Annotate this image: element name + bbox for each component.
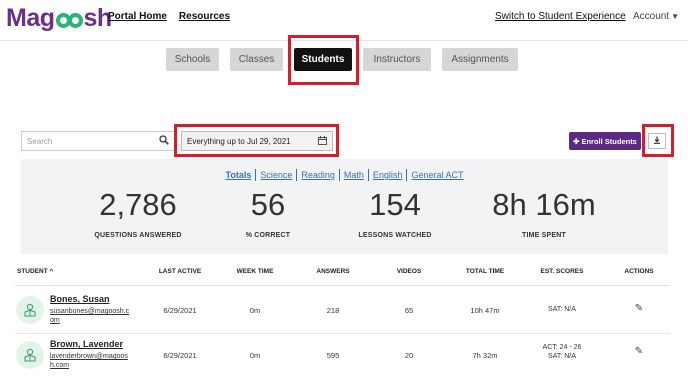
logo-ring-icon: [67, 13, 83, 28]
edit-button[interactable]: ✎: [609, 346, 669, 357]
est-score-sat: SAT: N/A: [548, 353, 576, 360]
stat-label: % CORRECT: [245, 232, 291, 239]
plus-icon: ✚: [573, 136, 580, 146]
column-student[interactable]: STUDENT ^: [17, 268, 53, 275]
column-videos[interactable]: VIDEOS: [379, 268, 439, 275]
cell-last-active: 6/29/2021: [163, 306, 197, 315]
cell-total-time: 7h 32m: [472, 351, 498, 360]
student-icon: [24, 348, 36, 362]
cell-last-active: 6/29/2021: [163, 351, 197, 360]
cell-est-scores: ACT: 24 - 26 SAT: N/A: [522, 343, 602, 361]
stat-value: 56: [250, 187, 286, 222]
cell-week-time: 0m: [249, 351, 261, 360]
avatar: [16, 341, 44, 369]
stats-panel: Totals Science Reading Math English Gene…: [21, 159, 668, 254]
table-row: Brown, Lavender lavenderbrown@magoosh.co…: [0, 334, 688, 376]
table-header-divider: [15, 285, 670, 286]
stat-value: 2,786: [99, 187, 177, 222]
cell-week-time: 0m: [249, 306, 261, 315]
stat-percent-correct: 56 % CORRECT: [218, 187, 318, 239]
avatar: [16, 296, 44, 324]
stat-time-spent: 8h 16m TIME SPENT: [474, 187, 614, 239]
column-week-time[interactable]: WEEK TIME: [225, 268, 285, 275]
highlight-download-button: [642, 124, 674, 157]
student-icon: [24, 303, 36, 317]
student-name-link[interactable]: Bones, Susan: [50, 294, 110, 304]
column-total-time[interactable]: TOTAL TIME: [455, 268, 515, 275]
filter-science[interactable]: Science: [256, 169, 298, 181]
tab-schools[interactable]: Schools: [166, 48, 219, 71]
stat-label: LESSONS WATCHED: [358, 232, 432, 239]
column-last-active[interactable]: LAST ACTIVE: [150, 268, 210, 275]
sort-asc-icon: ^: [49, 268, 54, 275]
stat-label: QUESTIONS ANSWERED: [94, 232, 182, 239]
est-score-act: ACT: 24 - 26: [542, 344, 582, 351]
search-icon[interactable]: [159, 134, 169, 148]
enroll-students-button[interactable]: ✚ Enroll Students: [569, 132, 641, 150]
column-est-scores[interactable]: EST. SCORES: [532, 268, 592, 275]
cell-total-time: 10h 47m: [470, 306, 500, 315]
tab-classes[interactable]: Classes: [230, 48, 283, 71]
filter-reading[interactable]: Reading: [297, 169, 340, 181]
student-email-link[interactable]: susanbones@magoosh.com: [50, 307, 132, 325]
cell-videos: 20: [404, 351, 414, 360]
cell-est-scores: SAT: N/A: [548, 306, 576, 313]
account-menu[interactable]: Account ▼: [633, 11, 679, 22]
top-nav: Portal Home Resources: [108, 11, 230, 22]
caret-down-icon: ▼: [671, 12, 680, 21]
tab-instructors[interactable]: Instructors: [363, 48, 431, 71]
magoosh-logo[interactable]: Mag sh: [6, 4, 112, 33]
stat-lessons-watched: 154 LESSONS WATCHED: [340, 187, 450, 239]
highlight-students-tab: [288, 35, 359, 85]
column-answers[interactable]: ANSWERS: [303, 268, 363, 275]
edit-icon: ✎: [634, 303, 644, 314]
cell-answers: 218: [326, 306, 340, 315]
cell-answers: 595: [326, 351, 340, 360]
stat-label: TIME SPENT: [521, 232, 566, 239]
stat-value: 8h 16m: [492, 187, 596, 222]
filter-totals[interactable]: Totals: [222, 169, 257, 181]
table-header: STUDENT ^ LAST ACTIVE WEEK TIME ANSWERS …: [0, 268, 688, 278]
tab-assignments[interactable]: Assignments: [442, 48, 518, 71]
edit-icon: ✎: [634, 346, 644, 357]
switch-to-student-link[interactable]: Switch to Student Experience: [495, 11, 626, 22]
search-input[interactable]: Search: [21, 131, 175, 151]
cell-videos: 65: [404, 306, 414, 315]
nav-portal-home[interactable]: Portal Home: [108, 11, 167, 22]
filter-math[interactable]: Math: [340, 169, 369, 181]
highlight-date-filter: [174, 124, 339, 157]
edit-button[interactable]: ✎: [609, 303, 669, 314]
column-actions: ACTIONS: [624, 268, 654, 275]
stat-value: 154: [369, 187, 421, 222]
filter-general-act[interactable]: General ACT: [407, 169, 467, 181]
student-email-link[interactable]: lavenderbrown@magoosh.com: [50, 352, 132, 370]
subject-filters: Totals Science Reading Math English Gene…: [21, 169, 668, 181]
table-row: Bones, Susan susanbones@magoosh.com 6/29…: [0, 289, 688, 331]
student-name-link[interactable]: Brown, Lavender: [50, 339, 123, 349]
stat-questions-answered: 2,786 QUESTIONS ANSWERED: [78, 187, 198, 239]
filter-english[interactable]: English: [369, 169, 408, 181]
nav-resources[interactable]: Resources: [179, 11, 230, 22]
